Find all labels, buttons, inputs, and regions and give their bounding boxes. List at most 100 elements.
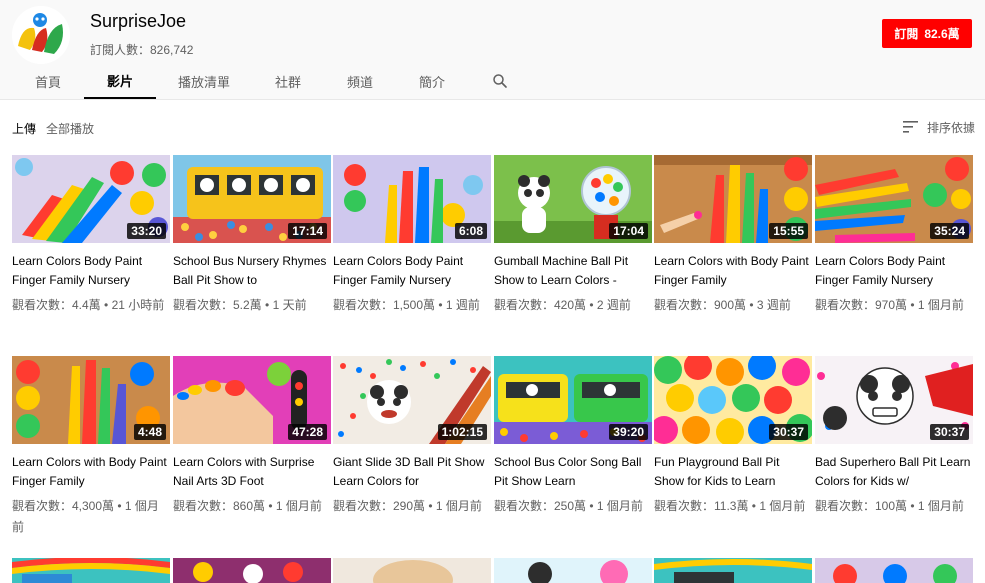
video-duration: 33:20 [127,223,166,239]
tab-community[interactable]: 社群 [252,64,324,99]
video-thumbnail[interactable] [333,558,491,583]
video-thumbnail[interactable]: 1:02:15 [333,356,491,444]
video-meta: 觀看次數：1,500萬 • 1 週前 [333,295,491,316]
video-thumbnail[interactable]: 15:55 [654,155,812,243]
video-age: 1 個月前 [275,499,322,513]
video-title[interactable]: Learn Colors with Surprise Nail Arts 3D … [173,453,331,491]
meta-separator: • [114,499,125,513]
meta-separator: • [261,298,273,312]
video-thumbnail[interactable]: 33:20 [12,155,170,243]
video-card[interactable]: 39:20 School Bus Color Song Ball Pit Sho… [494,356,652,517]
video-age: 21 小時前 [111,298,165,312]
meta-separator: • [100,298,112,312]
meta-separator: • [265,499,276,513]
video-card[interactable] [12,558,170,583]
video-meta: 觀看次數：11.3萬 • 1 個月前 [654,496,812,517]
video-age: 1 個月前 [759,499,806,513]
sort-button[interactable]: 排序依據 [903,118,975,136]
video-duration: 17:04 [609,223,648,239]
video-card[interactable] [494,558,652,583]
meta-separator: • [746,298,757,312]
video-card[interactable]: 6:08 Learn Colors Body Paint Finger Fami… [333,155,491,316]
video-card[interactable] [815,558,973,583]
meta-separator: • [907,298,918,312]
channel-avatar[interactable] [12,6,70,64]
video-card[interactable] [333,558,491,583]
meta-separator: • [435,298,446,312]
video-thumbnail[interactable] [494,558,652,583]
meta-separator: • [425,499,436,513]
video-title[interactable]: Giant Slide 3D Ball Pit Show Learn Color… [333,453,491,491]
video-thumbnail[interactable] [654,558,812,583]
video-meta: 觀看次數：4.4萬 • 21 小時前 [12,295,170,316]
video-card[interactable]: 30:37 Bad Superhero Ball Pit Learn Color… [815,356,973,517]
video-card[interactable]: 17:14 School Bus Nursery Rhymes Ball Pit… [173,155,331,316]
video-title[interactable]: Learn Colors with Body Paint Finger Fami… [12,453,170,491]
video-duration: 30:37 [769,424,808,440]
video-thumbnail[interactable]: 6:08 [333,155,491,243]
subscriber-count: 訂閱人數：826,742 [90,43,194,57]
video-meta: 觀看次數：100萬 • 1 個月前 [815,496,973,517]
video-thumbnail[interactable]: 39:20 [494,356,652,444]
video-card[interactable]: 33:20 Learn Colors Body Paint Finger Fam… [12,155,170,316]
tab-channels[interactable]: 頻道 [324,64,396,99]
filter-row: 上傳 全部播放 [12,120,94,136]
video-card[interactable] [173,558,331,583]
video-thumbnail[interactable] [173,558,331,583]
video-views: 觀看次數：970萬 [815,298,908,312]
meta-separator: • [586,298,597,312]
play-all-button[interactable]: 全部播放 [46,120,94,136]
video-age: 1 週前 [445,298,480,312]
video-thumbnail[interactable]: 30:37 [654,356,812,444]
sort-icon [903,121,918,133]
video-card[interactable]: 1:02:15 Giant Slide 3D Ball Pit Show Lea… [333,356,491,517]
video-thumbnail[interactable]: 35:24 [815,155,973,243]
video-title[interactable]: Learn Colors Body Paint Finger Family Nu… [333,252,491,290]
video-thumbnail[interactable]: 47:28 [173,356,331,444]
meta-separator: • [586,499,597,513]
video-views: 觀看次數：4,300萬 [12,499,115,513]
video-duration: 47:28 [288,424,327,440]
video-age: 1 天前 [272,298,307,312]
sort-label: 排序依據 [927,120,976,135]
video-thumbnail[interactable]: 17:04 [494,155,652,243]
video-title[interactable]: Learn Colors with Body Paint Finger Fami… [654,252,812,290]
video-card[interactable]: 47:28 Learn Colors with Surprise Nail Ar… [173,356,331,517]
tab-playlists[interactable]: 播放清單 [168,64,240,99]
video-title[interactable]: Fun Playground Ball Pit Show for Kids to… [654,453,812,491]
video-card[interactable] [654,558,812,583]
video-card[interactable]: 30:37 Fun Playground Ball Pit Show for K… [654,356,812,517]
video-thumbnail[interactable]: 30:37 [815,356,973,444]
video-duration: 15:55 [769,223,808,239]
subscribe-button[interactable]: 訂閱 82.6萬 [882,19,972,48]
video-card[interactable]: 35:24 Learn Colors Body Paint Finger Fam… [815,155,973,316]
video-thumbnail[interactable] [12,558,170,583]
video-title[interactable]: Learn Colors Body Paint Finger Family Nu… [815,252,973,290]
video-age: 1 個月前 [435,499,482,513]
video-views: 觀看次數：4.4萬 [12,298,101,312]
video-title[interactable]: School Bus Nursery Rhymes Ball Pit Show … [173,252,331,290]
channel-name[interactable]: SurpriseJoe [90,11,186,31]
video-meta: 觀看次數：420萬 • 2 週前 [494,295,652,316]
video-views: 觀看次數：290萬 [333,499,426,513]
uploads-filter[interactable]: 上傳 [12,120,36,136]
video-title[interactable]: School Bus Color Song Ball Pit Show Lear… [494,453,652,491]
search-icon[interactable] [491,72,509,90]
tab-home[interactable]: 首頁 [12,64,84,99]
video-views: 觀看次數：100萬 [815,499,908,513]
video-thumbnail[interactable] [815,558,973,583]
video-thumbnail[interactable]: 4:48 [12,356,170,444]
tab-about[interactable]: 簡介 [396,64,468,99]
tab-videos[interactable]: 影片 [84,64,156,99]
video-title[interactable]: Bad Superhero Ball Pit Learn Colors for … [815,453,973,491]
video-views: 觀看次數：420萬 [494,298,587,312]
video-card[interactable]: 15:55 Learn Colors with Body Paint Finge… [654,155,812,316]
video-card[interactable]: 17:04 Gumball Machine Ball Pit Show to L… [494,155,652,316]
video-card[interactable]: 4:48 Learn Colors with Body Paint Finger… [12,356,170,538]
video-duration: 35:24 [930,223,969,239]
video-duration: 1:02:15 [437,424,487,440]
video-title[interactable]: Gumball Machine Ball Pit Show to Learn C… [494,252,652,290]
video-title[interactable]: Learn Colors Body Paint Finger Family Nu… [12,252,170,290]
video-age: 3 週前 [756,298,791,312]
video-thumbnail[interactable]: 17:14 [173,155,331,243]
